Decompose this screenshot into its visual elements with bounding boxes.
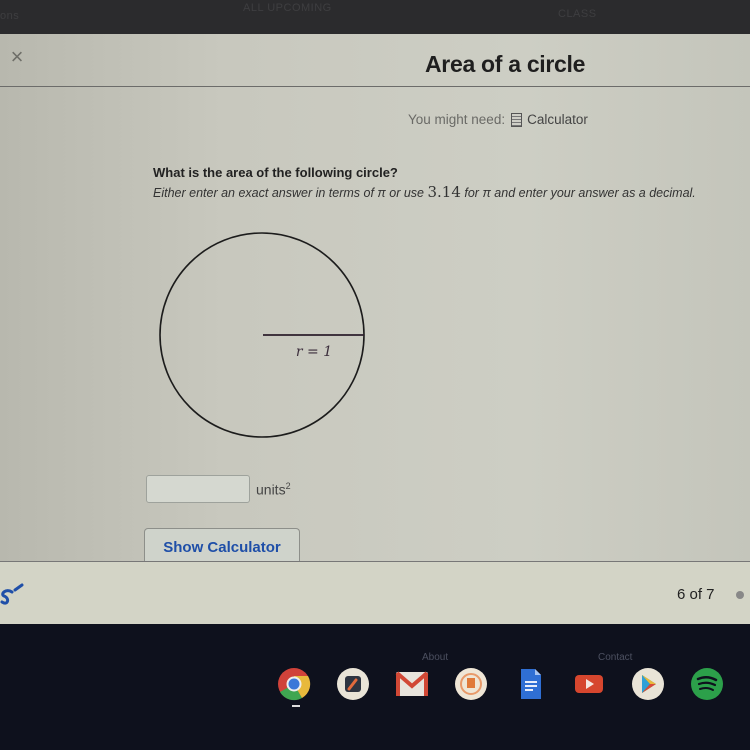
units-label: units2	[256, 481, 291, 498]
pi-value: 3.14	[427, 183, 461, 201]
instruction-text: for	[460, 186, 483, 200]
photo-editor-app-icon[interactable]	[336, 667, 370, 701]
circle-figure: r = 1	[150, 229, 380, 479]
units-text: units	[256, 481, 286, 498]
top-tab-all-upcoming[interactable]: ALL UPCOMING	[243, 2, 332, 14]
calculator-link[interactable]: Calculator	[527, 112, 588, 127]
top-tab-left[interactable]: ons	[0, 10, 19, 22]
youtube-app-icon[interactable]	[572, 667, 606, 701]
docs-app-icon[interactable]	[513, 667, 547, 701]
contact-link[interactable]: Contact	[598, 652, 632, 663]
you-might-need: You might need: Calculator	[408, 112, 588, 127]
close-icon: ×	[10, 44, 24, 69]
active-indicator	[292, 705, 300, 707]
exercise-title: Area of a circle	[425, 51, 586, 77]
instruction-text: or use	[385, 186, 428, 200]
keep-app-icon[interactable]	[454, 667, 488, 701]
exercise-header: × Area of a circle	[0, 34, 750, 87]
progress-dot	[736, 591, 744, 599]
top-tab-class[interactable]: CLASS	[558, 8, 597, 20]
instruction-text: Either enter an exact answer in terms of	[153, 186, 378, 200]
question-block: What is the area of the following circle…	[153, 165, 743, 201]
pi-symbol: π	[377, 186, 386, 200]
might-need-label: You might need:	[408, 112, 506, 127]
question-instruction: Either enter an exact answer in terms of…	[153, 183, 743, 201]
instruction-text: and enter your answer as a decimal.	[490, 186, 696, 200]
close-button[interactable]: ×	[6, 46, 28, 68]
about-link[interactable]: About	[422, 652, 448, 663]
question-prompt: What is the area of the following circle…	[153, 165, 398, 180]
browser-top-strip: ons ALL UPCOMING CLASS	[0, 0, 750, 34]
play-store-app-icon[interactable]	[631, 667, 665, 701]
exercise-footer: 6 of 7	[0, 561, 750, 625]
answer-input[interactable]	[146, 475, 250, 503]
scribble-logo-icon	[0, 583, 24, 605]
show-calculator-button[interactable]: Show Calculator	[144, 528, 300, 562]
circle-diagram: r = 1	[159, 232, 365, 438]
radius-label: r = 1	[296, 344, 332, 360]
gmail-app-icon[interactable]	[395, 667, 429, 701]
progress-counter: 6 of 7	[677, 586, 715, 603]
spotify-app-icon[interactable]	[690, 667, 724, 701]
os-shelf	[277, 665, 737, 707]
calculator-icon	[511, 112, 523, 127]
units-exponent: 2	[285, 481, 291, 491]
chrome-app-icon[interactable]	[277, 667, 311, 707]
pi-symbol: π	[482, 186, 491, 200]
exercise-page: × Area of a circle You might need: Calcu…	[0, 34, 750, 625]
